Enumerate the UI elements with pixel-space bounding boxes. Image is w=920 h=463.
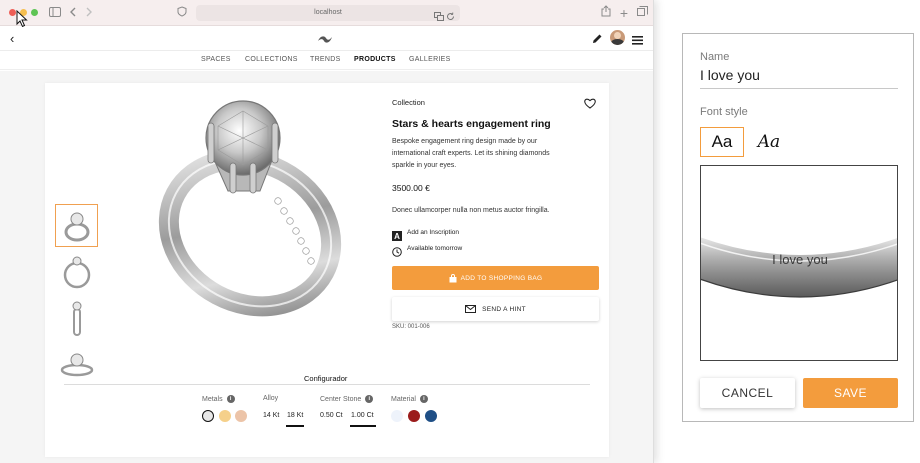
tab-overview-icon[interactable]: [636, 5, 648, 21]
ring-thumbnail-image: [60, 353, 93, 376]
new-tab-icon[interactable]: +: [618, 5, 630, 21]
metal-swatch-yellow[interactable]: [219, 410, 231, 422]
nav-products[interactable]: PRODUCTS: [354, 56, 396, 63]
description-line: sparkle in your eyes.: [392, 162, 457, 169]
engraving-preview: I love you: [700, 165, 898, 361]
edit-pencil-icon[interactable]: [591, 32, 603, 50]
name-label: Name: [700, 51, 730, 63]
ring-thumbnail-image: [72, 301, 81, 336]
shopping-bag-icon: [449, 273, 457, 282]
product-price: 3500.00 €: [392, 183, 430, 193]
site-header: ‹: [0, 27, 653, 51]
nav-trends[interactable]: TRENDS: [310, 56, 341, 63]
font-option-script[interactable]: Aa: [749, 127, 789, 157]
material-label: Material i: [391, 395, 428, 403]
font-option-regular[interactable]: Aa: [700, 127, 744, 157]
add-to-bag-button[interactable]: ADD TO SHOPPING BAG: [392, 266, 599, 290]
nav-collections[interactable]: COLLECTIONS: [245, 56, 298, 63]
thumbnail-3[interactable]: [55, 296, 98, 339]
alloy-option-18kt[interactable]: 18 Kt: [287, 412, 303, 419]
name-input-underline: [700, 88, 898, 89]
info-icon: i: [226, 395, 235, 403]
stone-option-100[interactable]: 1.00 Ct: [351, 412, 374, 419]
back-chevron-icon[interactable]: ‹: [10, 31, 14, 46]
favorite-heart-icon[interactable]: [584, 96, 596, 114]
material-swatch-sapphire[interactable]: [425, 410, 437, 422]
mouse-cursor-icon: [16, 10, 28, 28]
privacy-shield-icon[interactable]: [176, 5, 188, 21]
send-hint-button[interactable]: SEND A HINT: [392, 297, 599, 321]
inscription-panel: Name I love you Font style Aa Aa I love …: [682, 33, 914, 422]
ring-thumbnail-image: [64, 212, 89, 241]
product-title: Stars & hearts engagement ring: [392, 118, 551, 130]
metal-swatch-rose[interactable]: [235, 410, 247, 422]
configurator-divider: [64, 384, 590, 385]
description-line: Bespoke engagement ring design made by o…: [392, 138, 538, 145]
name-input[interactable]: I love you: [700, 67, 760, 83]
alloy-selected-underline: [286, 425, 304, 427]
info-icon: i: [419, 395, 428, 403]
configurator-title: Configurador: [304, 374, 348, 383]
main-nav: SPACES COLLECTIONS TRENDS PRODUCTS GALLE…: [0, 52, 653, 70]
engraving-preview-text: I love you: [772, 252, 828, 267]
product-card: Collection Stars & hearts engagement rin…: [45, 83, 609, 457]
thumbnail-1[interactable]: [55, 204, 98, 247]
url-text: localhost: [314, 9, 342, 16]
center-stone-label: Center Stone i: [320, 395, 374, 403]
envelope-icon: [465, 305, 477, 313]
thumbnail-2[interactable]: [55, 250, 98, 293]
font-style-label: Font style: [700, 106, 748, 118]
brand-logo[interactable]: [317, 32, 333, 50]
metals-label: Metals i: [202, 395, 235, 403]
back-icon[interactable]: [68, 5, 78, 21]
ring-thumbnail-image: [63, 256, 90, 288]
forward-icon[interactable]: [84, 5, 94, 21]
screen: localhost + ‹ SPACES COLLECTIONS TRENDS …: [0, 0, 920, 463]
stone-option-050[interactable]: 0.50 Ct: [320, 412, 343, 419]
address-bar[interactable]: localhost: [196, 5, 460, 21]
clock-icon: [392, 244, 402, 262]
send-hint-label: SEND A HINT: [482, 305, 526, 313]
cancel-button[interactable]: CANCEL: [700, 378, 795, 408]
browser-titlebar: localhost +: [0, 0, 653, 26]
nav-galleries[interactable]: GALLERIES: [409, 56, 451, 63]
collection-label: Collection: [392, 98, 425, 107]
info-icon: i: [365, 395, 374, 403]
material-swatch-ruby[interactable]: [408, 410, 420, 422]
close-window-button[interactable]: [9, 9, 16, 16]
svg-text:A: A: [394, 232, 400, 241]
alloy-option-14kt[interactable]: 14 Kt: [263, 412, 279, 419]
sidebar-toggle-icon[interactable]: [48, 5, 62, 21]
add-to-bag-label: ADD TO SHOPPING BAG: [460, 274, 543, 282]
reload-icon[interactable]: [446, 8, 455, 26]
save-button[interactable]: SAVE: [803, 378, 898, 408]
metal-swatch-white[interactable]: [202, 410, 214, 422]
material-swatch-pearl[interactable]: [391, 410, 403, 422]
nav-spaces[interactable]: SPACES: [201, 56, 231, 63]
menu-icon[interactable]: [632, 32, 643, 50]
availability-text: Available tomorrow: [407, 245, 463, 252]
description-line: international craft experts. Let its shi…: [392, 150, 550, 157]
ring-main-image: [158, 100, 342, 317]
page-content: Collection Stars & hearts engagement rin…: [0, 71, 653, 463]
browser-window: localhost + ‹ SPACES COLLECTIONS TRENDS …: [0, 0, 654, 463]
add-inscription-link[interactable]: Add an Inscription: [407, 229, 459, 236]
thumbnail-4[interactable]: [55, 342, 98, 385]
alloy-label: Alloy: [263, 395, 279, 402]
sku-text: SKU: 001-006: [392, 324, 430, 330]
maximize-window-button[interactable]: [31, 9, 38, 16]
product-note: Donec ullamcorper nulla non metus auctor…: [392, 207, 550, 214]
stone-selected-underline: [350, 425, 376, 427]
avatar[interactable]: [610, 30, 625, 45]
share-icon[interactable]: [600, 5, 612, 21]
translate-icon[interactable]: [434, 8, 444, 26]
